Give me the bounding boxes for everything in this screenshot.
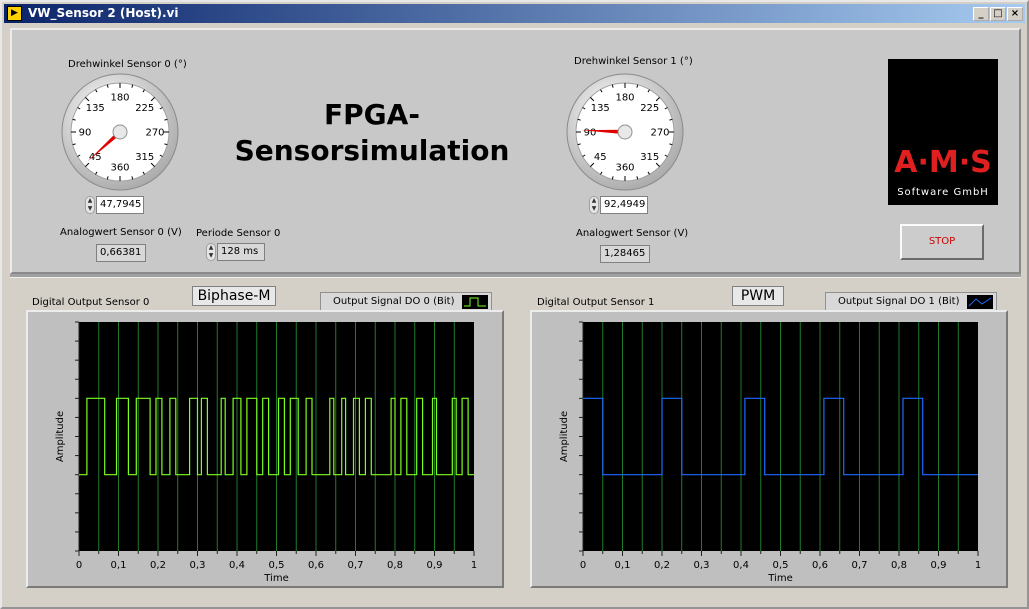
x-tick-label: 0,4 — [733, 560, 749, 571]
x-tick-label: 0,9 — [427, 560, 443, 571]
gauge-tick-label: 180 — [615, 93, 634, 104]
x-tick-label: 0,5 — [773, 560, 789, 571]
heading-line1: FPGA- — [324, 98, 420, 131]
graph0-plot-legend[interactable]: Output Signal DO 0 (Bit) — [320, 292, 492, 312]
gauge-hub — [112, 124, 128, 140]
gauge-tick-label: 135 — [86, 103, 105, 114]
minimize-button[interactable]: _ — [973, 7, 989, 21]
gauge-tick-label: 180 — [110, 93, 129, 104]
period0-label: Periode Sensor 0 — [196, 228, 281, 239]
graph1-legend-swatch — [967, 295, 993, 309]
x-tick-label: 0,2 — [150, 560, 166, 571]
period0-increment-decrement[interactable]: ▲ ▼ — [206, 243, 216, 261]
graph1-mode-label: PWM — [732, 286, 784, 306]
y-axis-label: Amplitude — [55, 411, 66, 462]
x-tick-label: 0,6 — [812, 560, 828, 571]
drehwinkel-sensor-0-gauge[interactable]: 3604590135180225270315 — [60, 72, 180, 192]
x-tick-label: 0,2 — [654, 560, 670, 571]
gauge-tick-label: 315 — [640, 152, 659, 163]
gauge-tick-label: 360 — [110, 163, 129, 174]
gauge-tick-label: 90 — [584, 128, 597, 139]
x-tick-label: 0,1 — [615, 560, 631, 571]
close-button[interactable]: × — [1007, 7, 1023, 21]
digital-output-sensor-1-waveform-graph[interactable]: 0 0,1 0,2 0,3 0,4 0,5 0,6 0,7 0,8 0,9 1 Time Amplitu… — [530, 310, 1008, 588]
graph1-legend-label: Output Signal DO 1 (Bit) — [838, 296, 960, 307]
gauge-hub — [617, 124, 633, 140]
x-tick-label: 0,6 — [308, 560, 324, 571]
ams-logo-subtitle: Software GmbH — [897, 187, 989, 198]
x-tick-label: 0,7 — [852, 560, 868, 571]
gauge-tick-label: 135 — [591, 103, 610, 114]
drehwinkel-sensor-1-gauge[interactable]: 360 45 90 135 180 225 270 315 — [565, 72, 685, 192]
heading-line2: Sensorsimulation — [234, 134, 510, 167]
ams-logo: A·M·S Software GmbH — [888, 59, 998, 205]
gauge-tick-label: 360 — [615, 163, 634, 174]
title-bar[interactable]: ▶ VW_Sensor 2 (Host).vi _ □ × — [4, 4, 1025, 23]
x-tick-label: 0 — [76, 560, 82, 571]
gauge1-numeric-input[interactable]: 92,4949 — [600, 196, 648, 214]
analog0-value: 0,66381 — [96, 244, 146, 262]
analog1-value: 1,28465 — [600, 245, 650, 263]
x-axis-label: Time — [767, 573, 792, 584]
x-tick-label: 0,3 — [190, 560, 206, 571]
gauge1-increment-decrement[interactable]: ▲ ▼ — [589, 196, 599, 214]
analog0-label: Analogwert Sensor 0 (V) — [60, 227, 182, 238]
period0-input[interactable]: 128 ms — [217, 243, 265, 261]
x-tick-label: 0,3 — [694, 560, 710, 571]
graph0-legend-label: Output Signal DO 0 (Bit) — [333, 296, 455, 307]
gauge-tick-label: 225 — [135, 103, 154, 114]
x-tick-label: 0,7 — [348, 560, 364, 571]
graph1-title: Digital Output Sensor 1 — [537, 297, 655, 308]
gauge-tick-label: 315 — [135, 152, 154, 163]
graph1-plot-legend[interactable]: Output Signal DO 1 (Bit) — [825, 292, 997, 312]
gauge0-numeric-input[interactable]: 47,7945 — [96, 196, 144, 214]
gauge-tick-label: 225 — [640, 103, 659, 114]
x-tick-label: 0,1 — [111, 560, 127, 571]
vi-front-panel-window: ▶ VW_Sensor 2 (Host).vi _ □ × Drehwinkel… — [0, 0, 1029, 609]
gauge-tick-label: 90 — [79, 128, 92, 139]
gauge-tick-label: 270 — [145, 128, 164, 139]
window-title: VW_Sensor 2 (Host).vi — [28, 6, 179, 20]
x-tick-label: 0,8 — [891, 560, 907, 571]
digital-output-sensor-0-waveform-graph[interactable]: 0 0,1 0,2 0,3 0,4 0,5 0,6 0,7 0,8 0,9 1 Time Amplitu… — [26, 310, 504, 588]
gauge-tick-label: 45 — [594, 152, 607, 163]
analog1-label: Analogwert Sensor (V) — [576, 228, 689, 239]
y-axis-label: Amplitude — [559, 411, 570, 462]
x-tick-label: 0 — [580, 560, 586, 571]
maximize-button[interactable]: □ — [990, 7, 1006, 21]
gauge-tick-label: 270 — [650, 128, 669, 139]
stop-button[interactable]: STOP — [900, 224, 984, 260]
graph0-mode-label: Biphase-M — [192, 286, 276, 306]
x-tick-label: 0,4 — [229, 560, 245, 571]
ams-logo-brand: A·M·S — [894, 145, 992, 180]
heading: FPGA- Sensorsimulation — [232, 97, 512, 169]
graph0-legend-swatch — [462, 295, 488, 309]
labview-app-icon: ▶ — [7, 6, 22, 21]
gauge0-increment-decrement[interactable]: ▲ ▼ — [85, 196, 95, 214]
graph0-title: Digital Output Sensor 0 — [32, 297, 150, 308]
x-tick-label: 0,5 — [269, 560, 285, 571]
x-axis-label: Time — [263, 573, 288, 584]
x-tick-label: 1 — [471, 560, 477, 571]
x-tick-label: 0,9 — [931, 560, 947, 571]
panel-separator — [10, 274, 1021, 278]
gauge0-label: Drehwinkel Sensor 0 (°) — [68, 59, 187, 70]
x-tick-label: 1 — [975, 560, 981, 571]
x-tick-label: 0,8 — [387, 560, 403, 571]
gauge1-label: Drehwinkel Sensor 1 (°) — [574, 56, 693, 67]
